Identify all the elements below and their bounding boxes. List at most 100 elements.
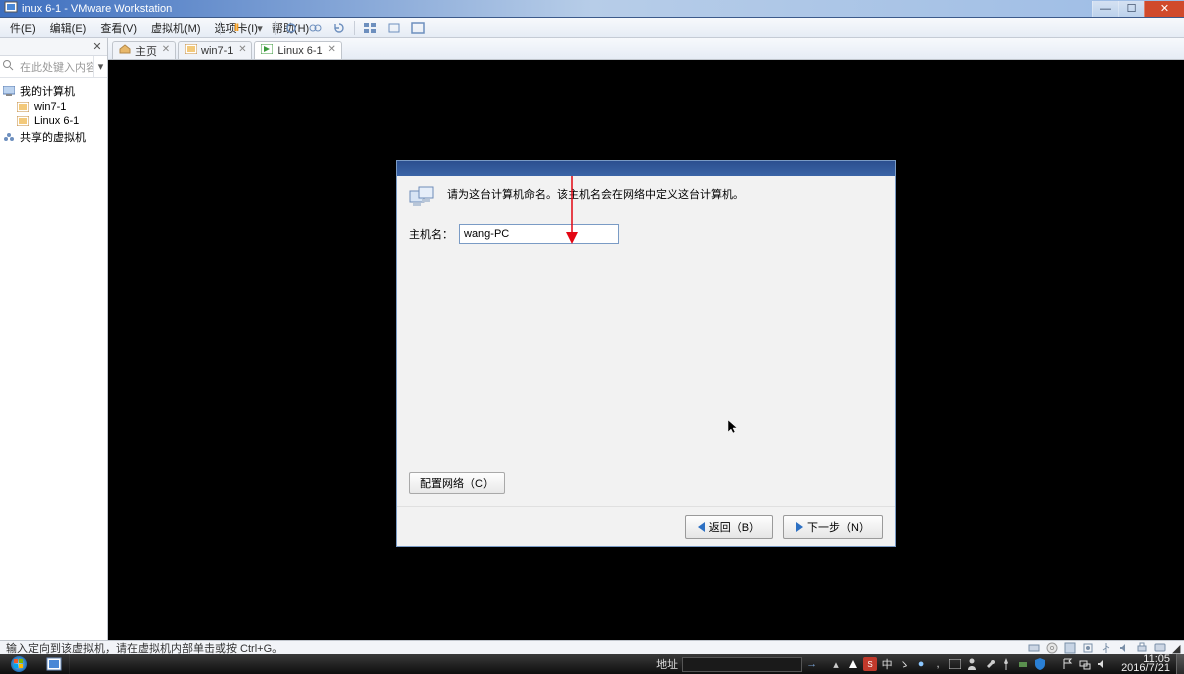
tab-close-button[interactable]: ✕: [237, 44, 247, 54]
window-minimize-button[interactable]: —: [1092, 1, 1118, 17]
sidebar-close-button[interactable]: ✕: [91, 41, 103, 53]
tab-home[interactable]: 主页 ✕: [112, 41, 176, 59]
menu-file[interactable]: 件(E): [4, 18, 42, 38]
ime-comma-icon[interactable]: ,: [931, 657, 945, 671]
cd-icon[interactable]: [1046, 642, 1058, 654]
search-icon: [0, 59, 16, 74]
snapshot-icon[interactable]: [282, 19, 300, 37]
pause-button[interactable]: II: [227, 19, 245, 37]
device-icons: ◢: [1028, 642, 1178, 654]
floppy-icon[interactable]: [1064, 642, 1076, 654]
tab-label: 主页: [135, 43, 157, 59]
tray-network-icon[interactable]: [1078, 657, 1092, 671]
hostname-label: 主机名：: [409, 226, 453, 242]
printer-icon[interactable]: [1136, 642, 1148, 654]
menu-edit[interactable]: 编辑(E): [44, 18, 93, 38]
tree-node-vm-win7-1[interactable]: win7-1: [2, 100, 105, 114]
vm-icon: [185, 44, 197, 57]
tab-close-button[interactable]: ✕: [327, 44, 337, 54]
tabstrip: 主页 ✕ win7-1 ✕ Linux 6-1 ✕: [108, 38, 1184, 60]
window-close-button[interactable]: ✕: [1144, 1, 1184, 17]
tab-close-button[interactable]: ✕: [161, 44, 171, 54]
windows-taskbar: 地址 → ▴ S 中 ゝ ● , 11:05 2016/7/21: [0, 654, 1184, 674]
fullscreen-icon[interactable]: [409, 19, 427, 37]
revert-icon[interactable]: [330, 19, 348, 37]
start-button[interactable]: [0, 654, 38, 674]
ime-person-icon[interactable]: [965, 657, 979, 671]
tray-flag-icon[interactable]: [1061, 657, 1075, 671]
vm-console[interactable]: 请为这台计算机命名。该主机名会在网络中定义这台计算机。 主机名： 配置网络（C）: [108, 60, 1184, 640]
thumbnail-icon[interactable]: [361, 19, 379, 37]
computers-icon: [409, 186, 437, 210]
vmware-statusbar: 输入定向到该虚拟机，请在虚拟机内部单击或按 Ctrl+G。 ◢: [0, 640, 1184, 654]
vmware-icon: [4, 1, 18, 16]
tree-label: win7-1: [34, 101, 66, 113]
back-button-label: 返回（B）: [709, 519, 760, 535]
snapshot-manager-icon[interactable]: [306, 19, 324, 37]
address-input[interactable]: [682, 657, 802, 672]
tab-label: Linux 6-1: [277, 45, 322, 57]
window-maximize-button[interactable]: ☐: [1118, 1, 1144, 17]
tab-win7-1[interactable]: win7-1 ✕: [178, 41, 252, 59]
ime-softkbd-icon[interactable]: [948, 657, 962, 671]
tray-app-icon[interactable]: S: [863, 657, 877, 671]
tree-node-shared-vms[interactable]: 共享的虚拟机: [2, 128, 105, 146]
tray-gap: [1050, 657, 1058, 671]
menu-vm[interactable]: 虚拟机(M): [145, 18, 207, 38]
sidebar-search[interactable]: 在此处键入内容进行… ▾: [0, 56, 107, 78]
hostname-input[interactable]: [459, 224, 619, 244]
ime-icon[interactable]: 中: [880, 657, 894, 671]
ime-punct-icon[interactable]: ゝ: [897, 657, 911, 671]
arrow-right-icon: [796, 522, 803, 532]
tray-volume-icon[interactable]: [1095, 657, 1109, 671]
tray-safely-remove-icon[interactable]: [1016, 657, 1030, 671]
network-icon[interactable]: [1082, 642, 1094, 654]
vm-running-icon: [261, 44, 273, 57]
shared-icon: [2, 131, 16, 143]
unity-icon[interactable]: [385, 19, 403, 37]
toolbar: II ▾: [220, 18, 427, 38]
dialog-message: 请为这台计算机命名。该主机名会在网络中定义这台计算机。: [447, 186, 744, 202]
sidebar-search-dropdown[interactable]: ▾: [93, 56, 107, 77]
computer-icon: [2, 85, 16, 97]
computer-name-dialog: 请为这台计算机命名。该主机名会在网络中定义这台计算机。 主机名： 配置网络（C）: [396, 160, 896, 547]
tray-shield-icon[interactable]: [1033, 657, 1047, 671]
window-title: inux 6-1 - VMware Workstation: [22, 3, 172, 15]
sidebar-search-input[interactable]: 在此处键入内容进行…: [16, 59, 93, 75]
taskbar-app-vmware[interactable]: [38, 654, 70, 674]
ime-pin-icon[interactable]: [999, 657, 1013, 671]
ime-full-icon[interactable]: ●: [914, 657, 928, 671]
ime-wrench-icon[interactable]: [982, 657, 996, 671]
resize-grip-icon: ◢: [1172, 642, 1178, 654]
tree-label: Linux 6-1: [34, 115, 79, 127]
tree-label: 共享的虚拟机: [20, 129, 86, 145]
statusbar-hint: 输入定向到该虚拟机，请在虚拟机内部单击或按 Ctrl+G。: [6, 640, 1024, 656]
tree-node-vm-linux-6-1[interactable]: Linux 6-1: [2, 114, 105, 128]
address-go-icon[interactable]: →: [806, 658, 817, 670]
dropdown-icon[interactable]: ▾: [251, 19, 269, 37]
show-desktop-button[interactable]: [1176, 654, 1184, 674]
library-tree: 我的计算机 win7-1 Linux 6-1 共享的虚拟机: [0, 78, 107, 150]
tab-linux-6-1[interactable]: Linux 6-1 ✕: [254, 41, 341, 59]
sound-icon[interactable]: [1118, 642, 1130, 654]
tree-label: 我的计算机: [20, 83, 75, 99]
vm-icon: [16, 101, 30, 113]
menu-view[interactable]: 查看(V): [94, 18, 143, 38]
back-button[interactable]: 返回（B）: [685, 515, 773, 539]
menu-bar: 件(E) 编辑(E) 查看(V) 虚拟机(M) 选项卡(I) 帮助(H): [0, 18, 1184, 38]
hdd-icon[interactable]: [1028, 642, 1040, 654]
usb-icon[interactable]: [1100, 642, 1112, 654]
configure-network-button[interactable]: 配置网络（C）: [409, 472, 505, 494]
next-button[interactable]: 下一步（N）: [783, 515, 883, 539]
action-center-icon[interactable]: [846, 657, 860, 671]
home-icon: [119, 44, 131, 57]
window-titlebar: inux 6-1 - VMware Workstation — ☐ ✕: [0, 0, 1184, 18]
next-button-label: 下一步（N）: [807, 519, 870, 535]
message-icon[interactable]: [1154, 642, 1166, 654]
tree-node-my-computer[interactable]: 我的计算机: [2, 82, 105, 100]
taskbar-clock[interactable]: 11:05 2016/7/21: [1115, 655, 1176, 673]
dialog-header-bar: [397, 161, 895, 176]
vm-icon: [16, 115, 30, 127]
tray-expand-icon[interactable]: ▴: [829, 657, 843, 671]
arrow-left-icon: [698, 522, 705, 532]
